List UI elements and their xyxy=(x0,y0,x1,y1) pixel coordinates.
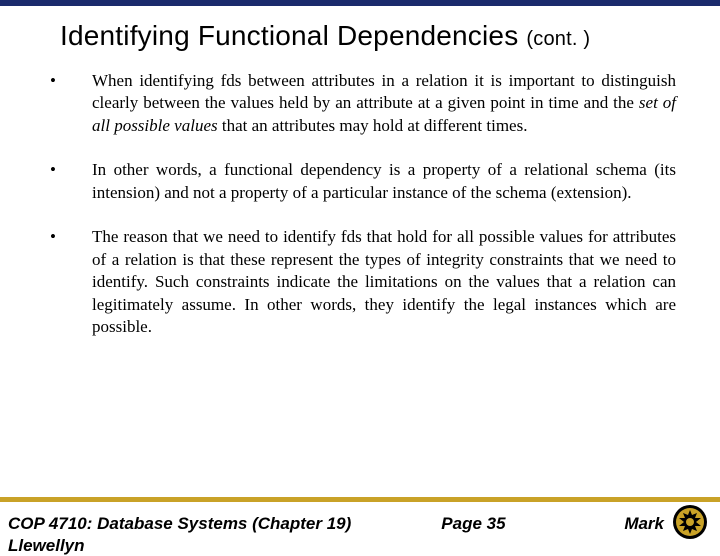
bullet-pre: When identifying fds between attributes … xyxy=(92,71,676,112)
bullet-text: The reason that we need to identify fds … xyxy=(92,226,676,338)
footer-content: COP 4710: Database Systems (Chapter 19) … xyxy=(0,502,720,540)
author-name: Mark xyxy=(624,514,664,534)
bullet-item: • The reason that we need to identify fd… xyxy=(44,226,676,338)
bullet-pre: The reason that we need to identify fds … xyxy=(92,227,676,336)
bullet-marker: • xyxy=(44,70,92,137)
bullet-text: In other words, a functional dependency … xyxy=(92,159,676,204)
bullet-text: When identifying fds between attributes … xyxy=(92,70,676,137)
course-label: COP 4710: Database Systems (Chapter 19) xyxy=(8,514,351,534)
title-main: Identifying Functional Dependencies xyxy=(60,20,518,51)
bullet-post: that an attributes may hold at different… xyxy=(218,116,528,135)
slide-title: Identifying Functional Dependencies (con… xyxy=(60,20,680,52)
bullet-item: • When identifying fds between attribute… xyxy=(44,70,676,137)
footer: COP 4710: Database Systems (Chapter 19) … xyxy=(0,497,720,540)
title-area: Identifying Functional Dependencies (con… xyxy=(0,6,720,70)
title-cont: (cont. ) xyxy=(526,28,590,50)
bullet-pre: In other words, a functional dependency … xyxy=(92,160,676,201)
ucf-logo-icon xyxy=(672,504,708,540)
bullet-marker: • xyxy=(44,159,92,204)
author-name-cut: Llewellyn xyxy=(8,536,85,556)
content-area: • When identifying fds between attribute… xyxy=(0,70,720,338)
bullet-item: • In other words, a functional dependenc… xyxy=(44,159,676,204)
page-number: Page 35 xyxy=(441,514,505,534)
bullet-marker: • xyxy=(44,226,92,338)
